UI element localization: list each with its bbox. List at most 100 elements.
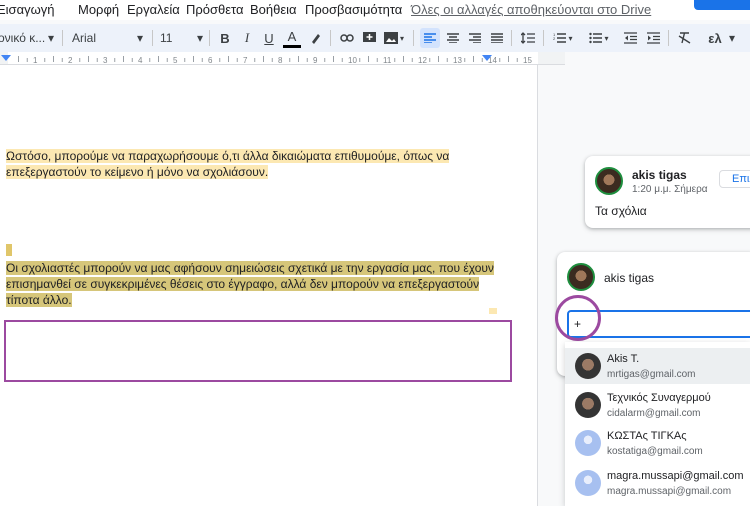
avatar xyxy=(595,167,623,195)
menu-format[interactable]: Μορφή xyxy=(78,2,119,17)
comment-anchor-marker xyxy=(6,244,12,256)
menu-help[interactable]: Βοήθεια xyxy=(250,2,297,17)
ruler-tick-label: 13 xyxy=(453,56,462,65)
paragraph-2: Οι σχολιαστές μπορούν να μας αφήσουν σημ… xyxy=(6,260,494,308)
menu-tools[interactable]: Εργαλεία xyxy=(127,2,180,17)
comment-author: akis tigas xyxy=(632,168,687,182)
comment-text: Τα σχόλια xyxy=(595,204,647,218)
avatar xyxy=(575,353,601,379)
annotation-circle xyxy=(555,295,601,341)
align-right-icon[interactable] xyxy=(465,28,485,48)
ruler-tick-label: 10 xyxy=(348,56,357,65)
suggestion-email: kostatiga@gmail.com xyxy=(607,446,703,457)
paragraph-2-line-1: Οι σχολιαστές μπορούν να μας αφήσουν σημ… xyxy=(6,261,494,275)
font-size-select[interactable]: 11 xyxy=(160,28,190,48)
ruler-tick-label: 3 xyxy=(103,56,108,65)
suggestion-name: Τεχνικός Συναγερμού xyxy=(607,392,711,404)
chevron-down-icon[interactable]: ▾ xyxy=(195,28,205,48)
bold-button[interactable]: B xyxy=(216,28,234,48)
avatar xyxy=(575,430,601,456)
font-select-value: Arial xyxy=(72,31,97,45)
paragraph-1: Ωστόσο, μπορούμε να παραχωρήσουμε ό,τι ά… xyxy=(6,148,450,180)
annotation-rectangle xyxy=(4,320,512,382)
ruler-track: 1 2 3 4 5 6 7 8 9 10 11 12 13 14 15 xyxy=(8,52,538,65)
ruler[interactable]: 1 2 3 4 5 6 7 8 9 10 11 12 13 14 15 xyxy=(0,52,565,65)
suggestion-name: magra.mussapi@gmail.com xyxy=(607,470,744,482)
save-status-link[interactable]: Όλες οι αλλαγές αποθηκεύονται στο Drive xyxy=(411,2,651,17)
ruler-tick-label: 4 xyxy=(138,56,143,65)
style-select-value: ονικό κ... xyxy=(0,31,46,45)
align-justify-icon[interactable] xyxy=(487,28,507,48)
increase-indent-icon[interactable] xyxy=(643,28,663,48)
insert-image-icon[interactable]: ▾ xyxy=(382,28,406,48)
link-icon[interactable] xyxy=(337,28,357,48)
chevron-down-icon[interactable]: ▾ xyxy=(135,28,145,48)
paragraph-1-line-2: επεξεργαστούν το κείμενο ή μόνο να σχολι… xyxy=(6,165,269,179)
document-page[interactable]: Ωστόσο, μπορούμε να παραχωρήσουμε ό,τι ά… xyxy=(0,65,538,506)
avatar xyxy=(575,470,601,496)
divider xyxy=(330,30,331,46)
comment-author: akis tigas xyxy=(604,271,655,285)
suggestion-item[interactable]: Τεχνικός Συναγερμού cidalarm@gmail.com xyxy=(565,387,750,423)
paragraph-2-line-2: επισημανθεί σε συγκεκριμένες θέσεις στο … xyxy=(6,277,480,291)
ruler-tick-label: 2 xyxy=(68,56,73,65)
ruler-tick-label: 12 xyxy=(418,56,427,65)
ruler-tick-label: 8 xyxy=(278,56,283,65)
add-comment-icon[interactable] xyxy=(360,28,378,48)
divider xyxy=(152,30,153,46)
suggestion-item[interactable]: Akis T. mrtigas@gmail.com xyxy=(565,348,750,384)
suggestion-name: Akis T. xyxy=(607,353,640,365)
comment-card-existing[interactable]: akis tigas 1:20 μ.μ. Σήμερα Επιλ Τα σχόλ… xyxy=(585,156,750,228)
menu-bar: Εισαγωγή Μορφή Εργαλεία Πρόσθετα Βοήθεια… xyxy=(0,0,750,20)
highlight-pen-icon[interactable] xyxy=(307,28,325,48)
menu-insert[interactable]: Εισαγωγή xyxy=(0,2,54,17)
underline-button[interactable]: U xyxy=(260,28,278,48)
clear-formatting-icon[interactable] xyxy=(674,28,694,48)
menu-accessibility[interactable]: Προσβασιμότητα xyxy=(305,2,402,17)
font-select[interactable]: Arial xyxy=(72,28,128,48)
selection-end-marker xyxy=(489,308,497,314)
style-select[interactable]: ονικό κ... xyxy=(0,28,48,48)
divider xyxy=(543,30,544,46)
paragraph-2-line-3: τίποτα άλλο. xyxy=(6,293,72,307)
ruler-tick-label: 7 xyxy=(243,56,248,65)
avatar xyxy=(567,263,595,291)
suggestion-item[interactable]: magra.mussapi@gmail.com magra.mussapi@gm… xyxy=(565,465,750,501)
bulleted-list-icon[interactable]: ▾ xyxy=(585,28,613,48)
language-button[interactable]: ελ xyxy=(704,28,726,48)
divider xyxy=(668,30,669,46)
divider xyxy=(209,30,210,46)
italic-button[interactable]: I xyxy=(238,28,256,48)
numbered-list-icon[interactable]: 12 ▾ xyxy=(549,28,577,48)
divider xyxy=(511,30,512,46)
suggestion-email: mrtigas@gmail.com xyxy=(607,369,696,380)
resolve-button[interactable]: Επιλ xyxy=(719,170,750,188)
align-left-icon[interactable] xyxy=(420,28,440,48)
share-button[interactable] xyxy=(694,0,750,10)
suggestion-email: cidalarm@gmail.com xyxy=(607,408,701,419)
toolbar: ονικό κ... ▾ Arial ▾ 11 ▾ B I U A ▾ 12 ▾ xyxy=(0,24,750,52)
chevron-down-icon[interactable]: ▾ xyxy=(46,28,56,48)
ruler-tick-label: 15 xyxy=(523,56,532,65)
font-size-value: 11 xyxy=(160,31,173,45)
avatar xyxy=(575,392,601,418)
right-indent-marker[interactable] xyxy=(482,55,492,61)
ruler-tick-label: 6 xyxy=(208,56,213,65)
ruler-tick-label: 11 xyxy=(383,56,392,65)
suggestion-email: magra.mussapi@gmail.com xyxy=(607,486,732,497)
ruler-tick-label: 1 xyxy=(33,56,38,65)
suggestion-item[interactable]: ΚΩΣΤΑς ΤΙΓΚΑς kostatiga@gmail.com xyxy=(565,425,750,461)
left-indent-marker[interactable] xyxy=(1,55,11,61)
menu-addons[interactable]: Πρόσθετα xyxy=(186,2,244,17)
decrease-indent-icon[interactable] xyxy=(620,28,640,48)
divider xyxy=(413,30,414,46)
suggestion-name: ΚΩΣΤΑς ΤΙΓΚΑς xyxy=(607,430,687,442)
paragraph-1-line-1: Ωστόσο, μπορούμε να παραχωρήσουμε ό,τι ά… xyxy=(6,149,450,163)
svg-text:2: 2 xyxy=(553,36,556,41)
text-color-button[interactable]: A xyxy=(283,28,301,48)
chevron-down-icon[interactable]: ▾ xyxy=(727,28,737,48)
comment-time: 1:20 μ.μ. Σήμερα xyxy=(632,184,708,195)
ruler-tick-label: 5 xyxy=(173,56,178,65)
align-center-icon[interactable] xyxy=(443,28,463,48)
line-spacing-icon[interactable] xyxy=(518,28,538,48)
